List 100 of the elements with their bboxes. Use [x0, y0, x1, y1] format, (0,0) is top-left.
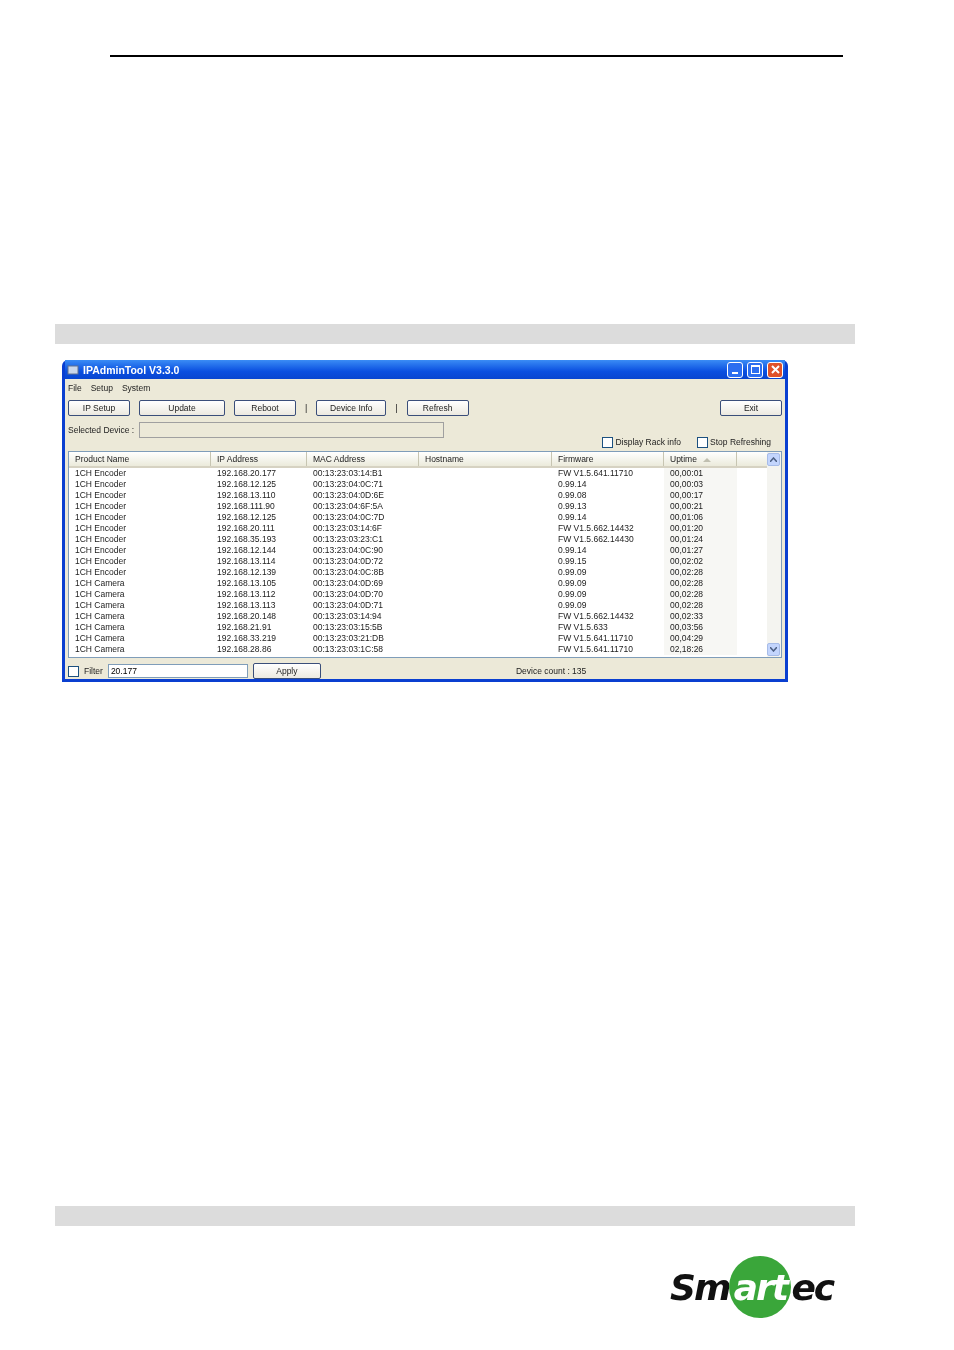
table-cell-text: 0.99.13 — [557, 501, 588, 512]
table-cell-text: 00:13:23:04:0C:71 — [312, 479, 384, 490]
table-cell-text: 1CH Encoder — [74, 479, 128, 490]
table-cell-text: 192.168.21.91 — [216, 622, 273, 633]
checkbox-label: Stop Refreshing — [710, 437, 771, 447]
table-cell-text: 00:13:23:04:0C:7D — [312, 512, 386, 523]
table-cell-text: 1CH Camera — [74, 578, 126, 589]
scroll-up-button[interactable] — [767, 453, 780, 466]
device-count: Device count : 135 — [515, 666, 587, 676]
scroll-down-button[interactable] — [767, 643, 780, 656]
menu-item[interactable]: File — [68, 383, 82, 393]
column-header[interactable]: Firmware — [552, 452, 664, 466]
table-cell-text: 192.168.20.111 — [216, 523, 276, 534]
menu-item[interactable]: Setup — [90, 383, 113, 393]
table-cell-text: 1CH Camera — [74, 589, 126, 600]
column-header[interactable]: Hostname — [419, 452, 552, 466]
toolbar-button[interactable]: Exit — [720, 400, 782, 416]
table-cell: 00,00:17 — [664, 490, 737, 501]
table-cell-text: 192.168.28.86 — [216, 644, 273, 655]
table-cell-text: 1CH Camera — [74, 600, 126, 611]
table-cell-text: 0.99.14 — [557, 479, 588, 490]
table-cell: 00,02:02 — [664, 556, 737, 567]
table-cell-text: 0.99.09 — [557, 589, 588, 600]
table-cell-text: 00:13:23:04:0D:72 — [312, 556, 384, 567]
table-cell-text: 00:13:23:04:0D:69 — [312, 578, 384, 589]
filter-field[interactable]: 20.177 — [107, 664, 248, 678]
table-cell-text: 0.99.14 — [557, 545, 588, 556]
table-cell-text: 00:13:23:03:21:DB — [312, 633, 385, 644]
column-header[interactable]: IP Address — [211, 452, 307, 466]
table-cell-text: 0.99.08 — [557, 490, 588, 501]
table-cell-text: 192.168.13.114 — [216, 556, 277, 567]
maximize-button[interactable] — [747, 361, 763, 378]
table-cell-text: 00:13:23:04:0D:71 — [312, 600, 384, 611]
table-cell-text: 1CH Encoder — [74, 556, 128, 567]
table-cell-text: 1CH Camera — [74, 611, 126, 622]
table-cell-text: 1CH Encoder — [74, 545, 128, 556]
checkbox-label: Display Rack info — [615, 437, 682, 447]
table-cell: 00,01:27 — [664, 545, 737, 556]
window-title: IPAdminTool V3.3.0 — [83, 363, 181, 376]
filter-checkbox[interactable] — [68, 665, 79, 677]
toolbar-button[interactable]: Refresh — [406, 400, 469, 416]
table-cell-text: 0.99.14 — [557, 512, 588, 523]
menu-item[interactable]: System — [121, 383, 151, 393]
table-cell-text: 1CH Encoder — [74, 512, 128, 523]
table-cell: 00,02:28 — [664, 578, 737, 589]
table-cell-text: 1CH Encoder — [74, 468, 128, 479]
table-cell-text: 1CH Camera — [74, 633, 126, 644]
table-cell: 00,01:20 — [664, 523, 737, 534]
table-cell-text: 192.168.12.139 — [216, 567, 278, 578]
scrollbar[interactable] — [767, 452, 781, 657]
toolbar-button[interactable]: Device Info — [316, 400, 387, 416]
apply-button[interactable]: Apply — [252, 663, 321, 679]
chevron-up-icon — [770, 457, 777, 462]
table-cell-text: 1CH Camera — [74, 622, 126, 633]
table-cell: 00,02:28 — [664, 600, 737, 611]
table-cell-text: 00:13:23:03:14:B1 — [312, 468, 384, 479]
table-cell-text: 192.168.35.193 — [216, 534, 278, 545]
selected-device-label: Selected Device : — [68, 425, 135, 435]
toolbar-button[interactable]: Reboot — [234, 400, 296, 416]
table-cell-text: FW V1.5.641.11710 — [557, 633, 634, 644]
table-cell-text: 192.168.12.144 — [216, 545, 278, 556]
table-cell-text: 00:13:23:04:0C:8B — [312, 567, 385, 578]
table-cell: 00,02:28 — [664, 589, 737, 600]
table-cell-text: FW V1.5.662.14432 — [557, 523, 635, 534]
table-cell: 00,02:33 — [664, 611, 737, 622]
table-cell-text: FW V1.5.662.14430 — [557, 534, 635, 545]
table-cell-text: 1CH Encoder — [74, 534, 128, 545]
table-cell-text: 0.99.15 — [557, 556, 588, 567]
table-cell-text: 1CH Encoder — [74, 523, 128, 534]
table-cell-text: FW V1.5.641.11710 — [557, 644, 634, 655]
checkbox[interactable] — [697, 436, 709, 448]
toolbar-separator: | — [305, 403, 308, 413]
column-header[interactable]: Uptime — [664, 452, 737, 466]
table-cell: 00,01:24 — [664, 534, 737, 545]
minimize-button[interactable] — [727, 361, 743, 378]
column-header[interactable]: MAC Address — [307, 452, 419, 466]
table-cell: 00,00:03 — [664, 479, 737, 490]
table-cell-text: 00:13:23:04:0D:70 — [312, 589, 384, 600]
close-button[interactable] — [767, 361, 783, 378]
table-cell: 00,02:28 — [664, 567, 737, 578]
table-cell-text: 00:13:23:04:6F:5A — [312, 501, 384, 512]
table-cell-text: 192.168.12.125 — [216, 512, 278, 523]
column-header[interactable]: Product Name — [69, 452, 211, 466]
table-cell-text: 192.168.20.148 — [216, 611, 278, 622]
table-cell-text: 0.99.09 — [557, 567, 588, 578]
table-cell-text: 00:13:23:03:14:94 — [312, 611, 383, 622]
table-cell-text: FW V1.5.633 — [557, 622, 609, 633]
table-cell-text: 1CH Encoder — [74, 490, 128, 501]
table-cell-text: 192.168.12.125 — [216, 479, 278, 490]
close-icon — [770, 365, 780, 374]
checkbox[interactable] — [602, 436, 614, 448]
table-cell-text: 192.168.33.219 — [216, 633, 278, 644]
toolbar-button[interactable]: Update — [139, 400, 225, 416]
table-cell-text: 1CH Camera — [74, 644, 126, 655]
toolbar-separator: | — [395, 403, 398, 413]
table-cell-text: FW V1.5.662.14432 — [557, 611, 635, 622]
toolbar-button[interactable]: IP Setup — [68, 400, 130, 416]
table-cell: 00,01:06 — [664, 512, 737, 523]
table-cell-text: 0.99.09 — [557, 578, 588, 589]
maximize-icon — [750, 365, 760, 374]
